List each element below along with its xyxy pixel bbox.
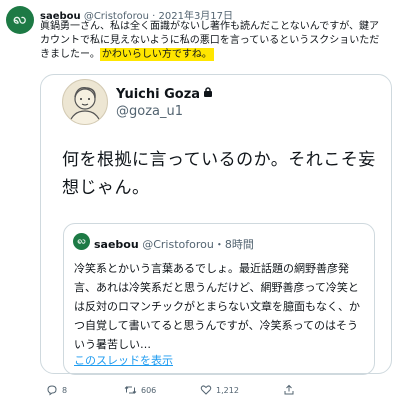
retweet-icon: [124, 386, 137, 394]
screenshot-avatar: [62, 79, 108, 125]
quoted-name: saebou: [94, 238, 139, 251]
lock-icon: [203, 86, 213, 101]
quoted-tweet: ꩮ saebou @Cristoforou・8時間 冷笑系とかいう言葉あるでしょ…: [63, 223, 375, 375]
screenshot-author-handle: @goza_u1: [116, 104, 184, 119]
retweet-button[interactable]: 606: [124, 384, 156, 396]
reply-button[interactable]: 8: [46, 384, 67, 396]
quoted-time: ・8時間: [213, 238, 254, 251]
retweet-count: 606: [141, 385, 157, 395]
reply-count: 8: [62, 385, 68, 395]
share-button[interactable]: [283, 384, 295, 396]
screenshot-author-name: Yuichi Goza: [116, 86, 213, 102]
quoted-text: 冷笑系とかいう言葉あるでしょ。最近話題の網野善彦発言、あれは冷笑系だと思うんだけ…: [74, 262, 360, 351]
quoted-header: saebou @Cristoforou・8時間: [74, 236, 254, 252]
tweet-text: 眞鍋勇一さん、私は全く面識がないし著作も読んだことないんですが、鍵ア カウントで…: [40, 20, 390, 62]
author-avatar[interactable]: ꩮ: [6, 6, 34, 34]
tweet-text-line: 眞鍋勇一さん、私は全く面識がないし著作も読んだことないんですが、鍵ア: [40, 21, 379, 32]
tweet-text-line: カウントで私に見えないように私の悪口を言っているというスクショいただ: [40, 35, 380, 46]
portrait-illustration: [68, 87, 102, 124]
highlighted-text: かわいらしい方ですね。: [99, 48, 214, 61]
like-button[interactable]: 1,212: [200, 384, 239, 396]
reply-icon: [47, 385, 57, 396]
screenshot-tweet-text: 何を根拠に言っているのか。それこそ妄想じゃん。: [62, 150, 376, 198]
action-bar: 8 606 1,212: [40, 384, 390, 398]
show-thread-link: このスレッドを表示: [74, 354, 173, 367]
tweet-text-line: きましたー。 かわいらしい方ですね。: [40, 48, 390, 62]
screenshot-name-text: Yuichi Goza: [116, 87, 201, 102]
quoted-handle: @Cristoforou: [142, 238, 214, 251]
tweet-text-tail: きましたー。: [40, 49, 100, 60]
avatar-glyph: ꩮ: [13, 11, 27, 28]
like-count: 1,212: [216, 385, 239, 395]
like-icon: [200, 385, 212, 395]
share-icon: [284, 384, 294, 395]
